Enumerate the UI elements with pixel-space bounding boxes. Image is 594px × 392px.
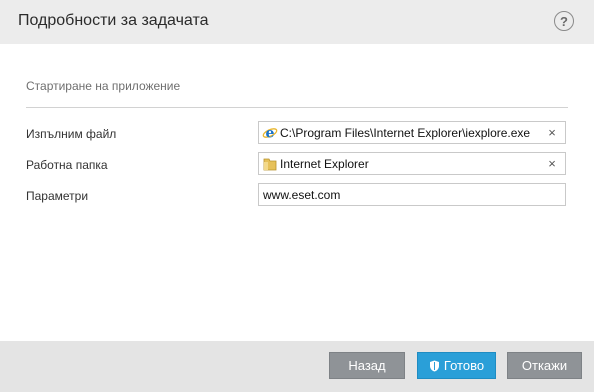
folder-icon xyxy=(263,158,277,170)
svg-text:e: e xyxy=(266,125,275,141)
executable-label: Изпълним файл xyxy=(26,127,117,141)
help-button[interactable]: ? xyxy=(554,11,574,31)
dialog-footer xyxy=(0,341,594,392)
executable-field[interactable]: e C:\Program Files\Internet Explorer\iex… xyxy=(258,121,566,144)
back-button-label: Назад xyxy=(348,358,386,373)
working-folder-field[interactable]: Internet Explorer × xyxy=(258,152,566,175)
shield-icon xyxy=(429,360,439,371)
parameters-field[interactable]: www.eset.com xyxy=(258,183,566,206)
working-folder-clear-button[interactable]: × xyxy=(543,156,561,171)
section-divider xyxy=(26,107,568,108)
parameters-label: Параметри xyxy=(26,189,89,203)
finish-button-label: Готово xyxy=(443,358,485,373)
internet-explorer-icon: e xyxy=(262,125,278,141)
finish-button[interactable]: Готово xyxy=(417,352,496,379)
executable-clear-button[interactable]: × xyxy=(543,125,561,140)
executable-value: C:\Program Files\Internet Explorer\iexpl… xyxy=(280,125,531,140)
cancel-button-label: Откажи xyxy=(521,358,568,373)
cancel-button[interactable]: Откажи xyxy=(507,352,582,379)
working-folder-value: Internet Explorer xyxy=(280,156,369,171)
dialog-title: Подробности за задачата xyxy=(18,12,209,29)
dialog-header: Подробности за задачата ? xyxy=(0,0,594,44)
working-folder-label: Работна папка xyxy=(26,158,108,172)
back-button[interactable]: Назад xyxy=(329,352,405,379)
section-title: Стартиране на приложение xyxy=(26,79,181,93)
parameters-value: www.eset.com xyxy=(263,187,341,202)
